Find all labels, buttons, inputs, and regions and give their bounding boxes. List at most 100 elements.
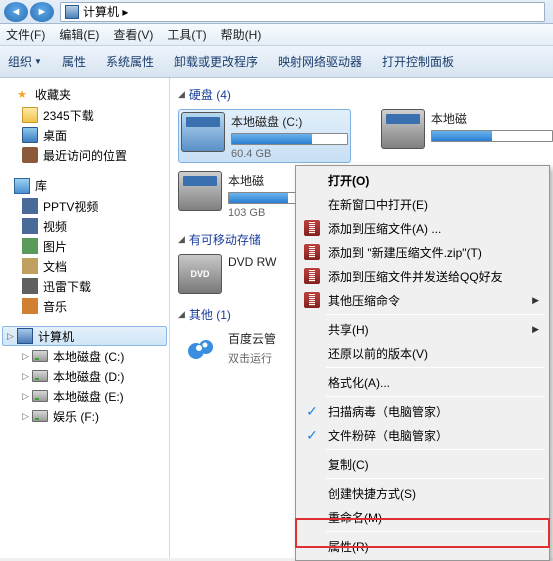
sidebar-item-thunder[interactable]: 迅雷下载 [0, 276, 169, 296]
archive-icon [304, 292, 320, 308]
ctx-properties[interactable]: 属性(R) [298, 534, 547, 558]
ctx-copy[interactable]: 复制(C) [298, 452, 547, 476]
title-bar: ◄ ► 计算机 ▸ [0, 0, 553, 24]
sidebar-item-pptv[interactable]: PPTV视频 [0, 196, 169, 216]
recent-icon [22, 147, 38, 163]
desktop-icon [22, 127, 38, 143]
ctx-format[interactable]: 格式化(A)... [298, 370, 547, 394]
section-hdd-header[interactable]: ◢硬盘 (4) [178, 84, 553, 105]
sidebar-item-drive-e[interactable]: ▷本地磁盘 (E:) [0, 386, 169, 406]
computer-icon [17, 328, 33, 344]
sidebar-item-video[interactable]: 视频 [0, 216, 169, 236]
ctx-add-to-new-zip[interactable]: 添加到 "新建压缩文件.zip"(T) [298, 240, 547, 264]
separator [326, 478, 545, 479]
separator [326, 396, 545, 397]
sidebar-item-documents[interactable]: 文档 [0, 256, 169, 276]
expand-icon: ▷ [7, 331, 17, 342]
expand-icon: ▷ [22, 371, 32, 382]
documents-icon [22, 258, 38, 274]
ctx-zip-send-qq[interactable]: 添加到压缩文件并发送给QQ好友 [298, 264, 547, 288]
toolbar-map-drive[interactable]: 映射网络驱动器 [278, 53, 362, 70]
archive-icon [304, 220, 320, 236]
sidebar-libraries-header[interactable]: 库 [0, 175, 169, 196]
nav-back-button[interactable]: ◄ [4, 2, 28, 22]
shield-icon: ✓ [304, 427, 320, 443]
ctx-add-to-archive[interactable]: 添加到压缩文件(A) ... [298, 216, 547, 240]
sidebar-item-drive-f[interactable]: ▷娱乐 (F:) [0, 406, 169, 426]
library-icon [14, 178, 30, 194]
menu-bar: 文件(F) 编辑(E) 查看(V) 工具(T) 帮助(H) [0, 24, 553, 46]
drive-name: 本地磁 [431, 110, 553, 127]
ctx-rename[interactable]: 重命名(M) [298, 505, 547, 529]
drive-c[interactable]: 本地磁盘 (C:) 60.4 GB [178, 109, 351, 163]
menu-file[interactable]: 文件(F) [6, 26, 45, 43]
ctx-open-new-window[interactable]: 在新窗口中打开(E) [298, 192, 547, 216]
drive-partial-1[interactable]: 本地磁 [381, 109, 553, 163]
expand-icon: ▷ [22, 411, 32, 422]
nav-forward-button[interactable]: ► [30, 2, 54, 22]
ctx-create-shortcut[interactable]: 创建快捷方式(S) [298, 481, 547, 505]
dvd-icon: DVD [178, 254, 222, 294]
star-icon: ★ [14, 87, 30, 103]
address-path: 计算机 ▸ [83, 3, 128, 20]
archive-icon [304, 244, 320, 260]
drive-icon [181, 112, 225, 152]
sidebar-item-drive-d[interactable]: ▷本地磁盘 (D:) [0, 366, 169, 386]
sidebar-item-2345[interactable]: 2345下载 [0, 105, 169, 125]
context-menu: 打开(O) 在新窗口中打开(E) 添加到压缩文件(A) ... 添加到 "新建压… [295, 165, 550, 561]
toolbar-control-panel[interactable]: 打开控制面板 [382, 53, 454, 70]
menu-help[interactable]: 帮助(H) [221, 26, 262, 43]
collapse-icon: ◢ [178, 234, 185, 245]
sidebar: ★收藏夹 2345下载 桌面 最近访问的位置 库 PPTV视频 视频 图片 文档… [0, 78, 170, 558]
toolbar-properties[interactable]: 属性 [62, 53, 86, 70]
drive-icon [381, 109, 425, 149]
ctx-open[interactable]: 打开(O) [298, 168, 547, 192]
ctx-previous-versions[interactable]: 还原以前的版本(V) [298, 341, 547, 365]
address-bar[interactable]: 计算机 ▸ [60, 2, 545, 22]
capacity-bar [431, 130, 553, 142]
pictures-icon [22, 238, 38, 254]
submenu-arrow-icon: ▶ [532, 295, 539, 306]
shield-icon: ✓ [304, 403, 320, 419]
computer-icon [65, 5, 79, 19]
toolbar-uninstall[interactable]: 卸载或更改程序 [174, 53, 258, 70]
download-icon [22, 278, 38, 294]
drive-icon [32, 410, 48, 422]
drive-icon [32, 350, 48, 362]
menu-view[interactable]: 查看(V) [113, 26, 153, 43]
folder-icon [22, 107, 38, 123]
separator [326, 531, 545, 532]
submenu-arrow-icon: ▶ [532, 324, 539, 335]
video-icon [22, 198, 38, 214]
drive-icon [178, 171, 222, 211]
sidebar-favorites-header[interactable]: ★收藏夹 [0, 84, 169, 105]
ctx-scan-virus[interactable]: ✓扫描病毒（电脑管家） [298, 399, 547, 423]
sidebar-item-drive-c[interactable]: ▷本地磁盘 (C:) [0, 346, 169, 366]
sidebar-item-desktop[interactable]: 桌面 [0, 125, 169, 145]
capacity-bar [231, 133, 348, 145]
expand-icon: ▷ [22, 351, 32, 362]
sidebar-computer-header[interactable]: ▷计算机 [2, 326, 167, 346]
expand-icon: ▷ [22, 391, 32, 402]
collapse-icon: ◢ [178, 309, 185, 320]
music-icon [22, 298, 38, 314]
sidebar-item-music[interactable]: 音乐 [0, 296, 169, 316]
drive-icon [32, 390, 48, 402]
drive-icon [32, 370, 48, 382]
menu-edit[interactable]: 编辑(E) [59, 26, 99, 43]
menu-tools[interactable]: 工具(T) [167, 26, 206, 43]
drive-size: 60.4 GB [231, 148, 348, 160]
sidebar-item-pictures[interactable]: 图片 [0, 236, 169, 256]
separator [326, 314, 545, 315]
toolbar-system-properties[interactable]: 系统属性 [106, 53, 154, 70]
archive-icon [304, 268, 320, 284]
ctx-file-shred[interactable]: ✓文件粉碎（电脑管家） [298, 423, 547, 447]
organize-button[interactable]: 组织▼ [8, 53, 42, 70]
toolbar: 组织▼ 属性 系统属性 卸载或更改程序 映射网络驱动器 打开控制面板 [0, 46, 553, 78]
ctx-other-zip[interactable]: 其他压缩命令▶ [298, 288, 547, 312]
ctx-share[interactable]: 共享(H)▶ [298, 317, 547, 341]
video-icon [22, 218, 38, 234]
separator [326, 449, 545, 450]
sidebar-item-recent[interactable]: 最近访问的位置 [0, 145, 169, 165]
drive-name: 本地磁盘 (C:) [231, 113, 348, 130]
